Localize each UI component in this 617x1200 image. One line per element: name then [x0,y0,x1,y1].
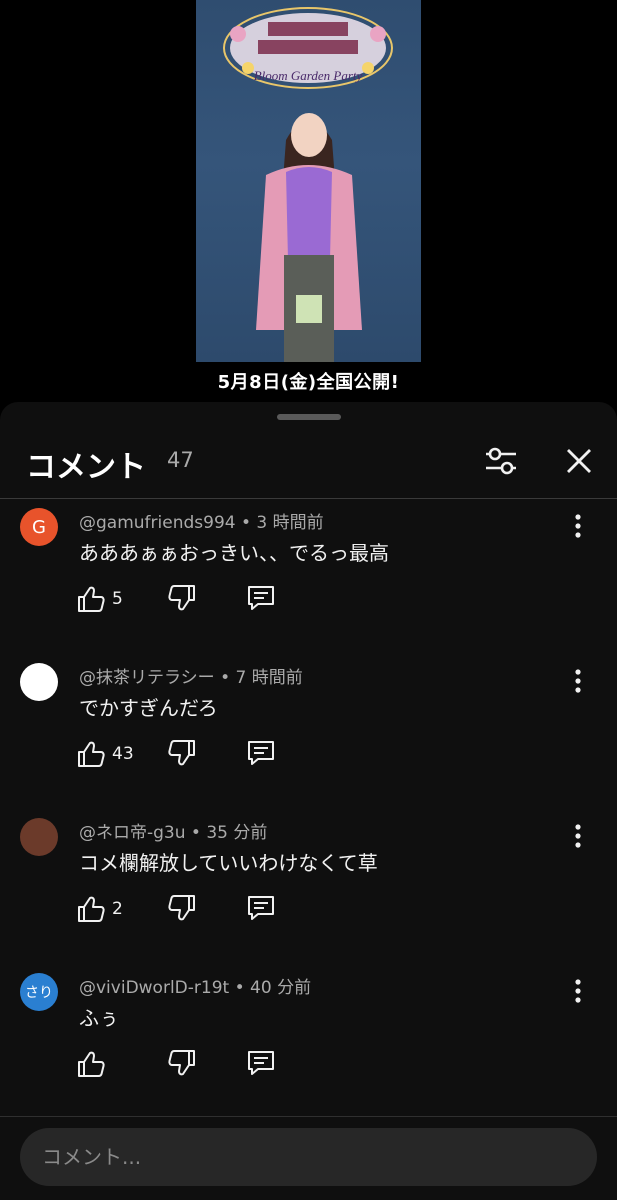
like-count: 43 [112,744,134,764]
dislike-button[interactable] [167,1048,197,1080]
thumbs-down-icon [168,1050,195,1076]
more-vertical-icon [575,669,581,693]
thumbs-down-icon [168,895,195,921]
thumbs-down-icon [168,740,195,766]
thumbs-up-icon [78,896,105,922]
input-divider [0,1116,617,1117]
sliders-icon [486,447,516,475]
comment-author[interactable]: @viviDworlD-r19t [79,978,229,998]
comment-meta: @viviDworlD-r19t • 40 分前 [79,973,311,998]
reply-icon [248,741,274,765]
reply-icon [248,1051,274,1075]
like-button[interactable]: 5 [76,583,136,615]
comments-header: コメント 47 [0,428,617,498]
comment-count: 47 [167,448,194,472]
comment-text: でかすぎんだろ [79,696,218,720]
comment-text: ふぅ [79,1006,119,1030]
comment-time: 35 分前 [206,823,268,843]
comment-actions [76,1048,336,1082]
panel-title: コメント [26,450,146,485]
thumbs-up-icon [78,1051,105,1077]
like-count: 5 [112,589,123,609]
reply-button[interactable] [246,583,276,615]
thumbs-up-icon [78,586,105,612]
person-figure [256,113,362,362]
avatar[interactable]: さり [20,973,58,1011]
comment-text: あああぁぁおっきい、、でるっ最高 [79,541,389,565]
video-thumbnail: Bloom Garden Party [196,0,421,362]
comment-meta: @gamufriends994 • 3 時間前 [79,508,324,533]
drag-handle[interactable] [277,414,341,420]
reply-button[interactable] [246,1048,276,1080]
comment-author[interactable]: @gamufriends994 [79,513,236,533]
close-button[interactable] [560,442,598,480]
close-icon [567,449,591,473]
avatar[interactable] [20,818,58,856]
avatar[interactable]: G [20,508,58,546]
comment-item: さり @viviDworlD-r19t • 40 分前 ふぅ [0,964,617,1119]
dislike-button[interactable] [167,893,197,925]
comment-meta: @ネロ帝-g3u • 35 分前 [79,818,267,843]
reply-button[interactable] [246,893,276,925]
more-vertical-icon [575,979,581,1003]
comment-more-button[interactable] [566,978,590,1004]
comment-item: @抹茶リテラシー • 7 時間前 でかすぎんだろ 43 [0,654,617,809]
meta-separator: • [235,513,257,533]
dislike-button[interactable] [167,583,197,615]
comment-actions: 2 [76,893,336,927]
reply-icon [248,896,274,920]
comment-meta: @抹茶リテラシー • 7 時間前 [79,663,303,688]
thumbs-down-icon [168,585,195,611]
comment-more-button[interactable] [566,823,590,849]
comment-text: コメ欄解放していいわけなくて草 [79,851,378,875]
like-button[interactable]: 43 [76,738,136,770]
comment-actions: 5 [76,583,336,617]
svg-text:Bloom Garden Party: Bloom Garden Party [254,68,363,83]
sort-filter-button[interactable] [482,442,520,480]
comment-more-button[interactable] [566,513,590,539]
more-vertical-icon [575,514,581,538]
meta-separator: • [229,978,251,998]
comment-input[interactable] [40,1144,564,1170]
like-button[interactable]: 2 [76,893,136,925]
video-player[interactable]: Bloom Garden Party 5月8日(金)全国公開! [0,0,617,402]
dislike-button[interactable] [167,738,197,770]
comment-time: 7 時間前 [235,668,303,688]
movie-logo: Bloom Garden Party [223,7,393,89]
comment-item: @ネロ帝-g3u • 35 分前 コメ欄解放していいわけなくて草 2 [0,809,617,964]
like-count: 2 [112,899,123,919]
comments-panel: コメント 47 G @gamufriends994 • 3 時間前 あああぁぁお… [0,402,617,1200]
more-vertical-icon [575,824,581,848]
video-caption: 5月8日(金)全国公開! [217,372,400,393]
like-button[interactable] [76,1048,136,1080]
comment-author[interactable]: @ネロ帝-g3u [79,823,186,843]
comment-more-button[interactable] [566,668,590,694]
avatar[interactable] [20,663,58,701]
meta-separator: • [214,668,236,688]
reply-icon [248,586,274,610]
thumbs-up-icon [78,741,105,767]
comment-time: 40 分前 [250,978,312,998]
comment-time: 3 時間前 [256,513,324,533]
reply-button[interactable] [246,738,276,770]
comment-item: G @gamufriends994 • 3 時間前 あああぁぁおっきい、、でるっ… [0,499,617,654]
meta-separator: • [185,823,207,843]
comment-input-bar[interactable] [20,1128,597,1186]
comment-actions: 43 [76,738,336,772]
comment-author[interactable]: @抹茶リテラシー [79,668,215,688]
comment-list: G @gamufriends994 • 3 時間前 あああぁぁおっきい、、でるっ… [0,499,617,1119]
